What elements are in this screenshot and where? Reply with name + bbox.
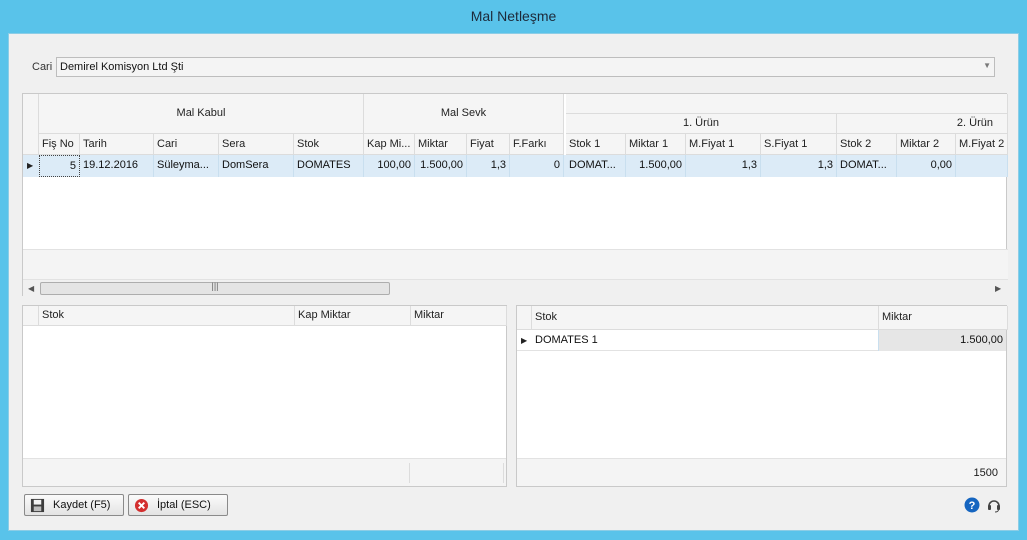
chevron-down-icon[interactable]: ▼ (983, 61, 991, 70)
col-header-miktar-1[interactable]: Miktar 1 (626, 134, 686, 155)
band-urun-2: 2. Ürün (837, 114, 1008, 134)
row-indicator-header (23, 94, 39, 155)
col-header-fis-no[interactable]: Fiş No (39, 134, 80, 155)
app-window: Mal Netleşme Cari Demirel Komisyon Ltd Ş… (0, 0, 1027, 540)
grip-icon: ||| (211, 281, 219, 291)
cell-stok-2[interactable]: DOMAT... (837, 155, 897, 177)
col-header-stok[interactable]: Stok (39, 306, 295, 326)
band-urunler (566, 94, 1008, 114)
col-header-f-farki[interactable]: F.Farkı (510, 134, 564, 155)
cell-sera[interactable]: DomSera (219, 155, 294, 177)
scroll-thumb[interactable]: ||| (40, 281, 390, 295)
stok-detail-grid[interactable]: Stok Kap Miktar Miktar (22, 305, 507, 487)
col-header-stok[interactable]: Stok (294, 134, 364, 155)
col-header-miktar[interactable]: Miktar (411, 306, 507, 326)
table-row[interactable]: ▶ DOMATES 1 1.500,00 (517, 330, 1006, 351)
cell-cari[interactable]: Süleyma... (154, 155, 219, 177)
scroll-left-icon[interactable]: ◀ (28, 284, 34, 293)
cancel-button-label: İptal (ESC) (157, 499, 211, 511)
cell-fiyat[interactable]: 1,3 (467, 155, 510, 177)
left-indicator-header (23, 306, 39, 326)
band-mal-sevk: Mal Sevk (364, 94, 564, 134)
save-icon (30, 498, 45, 513)
row-indicator-icon: ▶ (521, 336, 528, 345)
cell-kap-miktar[interactable]: 100,00 (364, 155, 415, 177)
save-button-label: Kaydet (F5) (53, 499, 111, 511)
cell-m-fiyat-1[interactable]: 1,3 (686, 155, 761, 177)
cell-miktar-1[interactable]: 1.500,00 (626, 155, 686, 177)
col-header-miktar[interactable]: Miktar (879, 306, 1008, 330)
cell-miktar[interactable]: 1.500,00 (415, 155, 467, 177)
band-mal-kabul: Mal Kabul (39, 94, 364, 134)
svg-text:?: ? (969, 500, 976, 512)
main-grid-footer (23, 249, 1008, 279)
right-grid-footer: 1500 (517, 458, 1006, 486)
col-header-cari[interactable]: Cari (154, 134, 219, 155)
row-indicator-icon: ▶ (27, 161, 34, 170)
main-grid[interactable]: Mal Kabul Mal Sevk 1. Ürün 2. Ürün Fiş N… (22, 93, 1008, 296)
cell-fis-no[interactable]: 5 (39, 155, 80, 177)
cell-s-fiyat-1[interactable]: 1,3 (761, 155, 837, 177)
cancel-icon (134, 498, 149, 513)
col-header-miktar[interactable]: Miktar (415, 134, 467, 155)
scroll-right-icon[interactable]: ▶ (995, 284, 1001, 293)
cari-combobox[interactable]: Demirel Komisyon Ltd Şti ▼ (56, 57, 995, 77)
band-urun-2-label: 2. Ürün (956, 117, 993, 129)
cell-m-fiyat-2[interactable] (956, 155, 1008, 177)
footer-total: 1500 (973, 467, 998, 479)
cari-value: Demirel Komisyon Ltd Şti (60, 61, 184, 73)
cell-stok-1[interactable]: DOMAT... (566, 155, 626, 177)
col-header-sera[interactable]: Sera (219, 134, 294, 155)
cancel-button[interactable]: İptal (ESC) (128, 494, 228, 516)
save-button[interactable]: Kaydet (F5) (24, 494, 124, 516)
urun-summary-grid[interactable]: Stok Miktar ▶ DOMATES 1 1.500,00 1500 (516, 305, 1008, 487)
cell-miktar-2[interactable]: 0,00 (897, 155, 956, 177)
left-grid-footer (23, 458, 506, 486)
col-header-tarih[interactable]: Tarih (80, 134, 154, 155)
selected-row[interactable]: ▶ 5 19.12.2016 Süleyma... DomSera DOMATES 100… (23, 155, 1008, 177)
support-headset-icon[interactable] (986, 497, 1002, 513)
cell-tarih[interactable]: 19.12.2016 (80, 155, 154, 177)
right-indicator-header (517, 306, 532, 330)
col-header-kap-miktar[interactable]: Kap Mi... (364, 134, 415, 155)
horizontal-scrollbar[interactable]: ◀ ||| ▶ (23, 279, 1008, 296)
band-urun-1: 1. Ürün (566, 114, 837, 134)
col-header-fiyat[interactable]: Fiyat (467, 134, 510, 155)
col-header-kap-miktar[interactable]: Kap Miktar (295, 306, 411, 326)
col-header-stok[interactable]: Stok (532, 306, 879, 330)
cari-label: Cari (32, 61, 53, 73)
help-icon[interactable]: ? (964, 497, 980, 513)
window-title: Mal Netleşme (470, 8, 557, 24)
col-header-m-fiyat-1[interactable]: M.Fiyat 1 (686, 134, 761, 155)
col-header-s-fiyat-1[interactable]: S.Fiyat 1 (761, 134, 837, 155)
col-header-m-fiyat-2[interactable]: M.Fiyat 2 (956, 134, 1008, 155)
cell-miktar: 1.500,00 (879, 330, 1006, 351)
col-header-miktar-2[interactable]: Miktar 2 (897, 134, 956, 155)
col-header-stok-2[interactable]: Stok 2 (837, 134, 897, 155)
cell-f-farki[interactable]: 0 (510, 155, 564, 177)
client-area: Cari Demirel Komisyon Ltd Şti ▼ Mal Kabu… (8, 33, 1019, 531)
cell-stok[interactable]: DOMATES (294, 155, 364, 177)
col-header-stok-1[interactable]: Stok 1 (566, 134, 626, 155)
cell-stok: DOMATES 1 (532, 330, 879, 351)
